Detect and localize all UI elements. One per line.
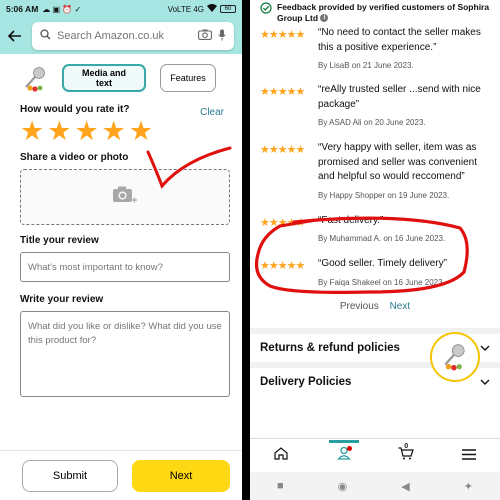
- seller-feedback-screen: Feedback provided by verified customers …: [250, 0, 500, 500]
- status-time: 5:06 AM: [6, 4, 39, 14]
- tab-features[interactable]: Features: [160, 64, 216, 92]
- next-button[interactable]: Next: [132, 459, 230, 492]
- network-label: VoLTE 4G: [167, 4, 204, 14]
- star-1-icon[interactable]: ★: [20, 118, 44, 145]
- add-photo-camera-icon: [112, 185, 138, 210]
- red-circle-annotation: [254, 216, 469, 294]
- review-text-area[interactable]: What did you like or dislike? What did y…: [20, 311, 230, 397]
- star-3-icon[interactable]: ★: [74, 118, 98, 145]
- title-label: Title your review: [20, 235, 99, 246]
- star-rating: ★ ★ ★ ★ ★ Clear: [0, 107, 242, 145]
- status-bar: 5:06 AM ☁ ▣ ⏰ ✓ VoLTE 4G 60: [0, 0, 242, 18]
- battery-icon: 60: [220, 5, 236, 13]
- wifi-icon: [207, 4, 217, 14]
- search-input[interactable]: [57, 30, 192, 42]
- star-2-icon[interactable]: ★: [47, 118, 71, 145]
- status-right-icons: VoLTE 4G 60: [168, 4, 236, 14]
- notification-icons: ☁ ▣ ⏰ ✓: [42, 4, 82, 14]
- clear-rating-link[interactable]: Clear: [200, 107, 224, 118]
- star-5-icon[interactable]: ★: [129, 118, 153, 145]
- product-thumbnail: [22, 65, 48, 92]
- write-review-screen: 5:06 AM ☁ ▣ ⏰ ✓ VoLTE 4G 60 Search Amazo…: [0, 0, 242, 500]
- upload-label: Share a video or photo: [20, 152, 129, 163]
- review-title-input[interactable]: What's most important to know?: [20, 252, 230, 282]
- search-icon: [40, 29, 51, 43]
- review-label: Write your review: [20, 294, 104, 305]
- camera-search-icon[interactable]: [198, 29, 212, 43]
- submit-button[interactable]: Submit: [22, 459, 118, 492]
- photo-upload-area[interactable]: [20, 169, 230, 225]
- back-arrow-icon[interactable]: [7, 26, 24, 47]
- microphone-icon[interactable]: [218, 29, 226, 44]
- star-4-icon[interactable]: ★: [102, 118, 126, 145]
- tab-media-and-text[interactable]: Media and text: [62, 64, 146, 92]
- action-bar: Submit Next: [0, 450, 242, 500]
- search-header: [0, 18, 242, 54]
- review-tabs: Media and text Features: [0, 54, 242, 98]
- screenshot-stage: 5:06 AM ☁ ▣ ⏰ ✓ VoLTE 4G 60 Search Amazo…: [0, 0, 500, 500]
- search-bar[interactable]: [32, 22, 234, 50]
